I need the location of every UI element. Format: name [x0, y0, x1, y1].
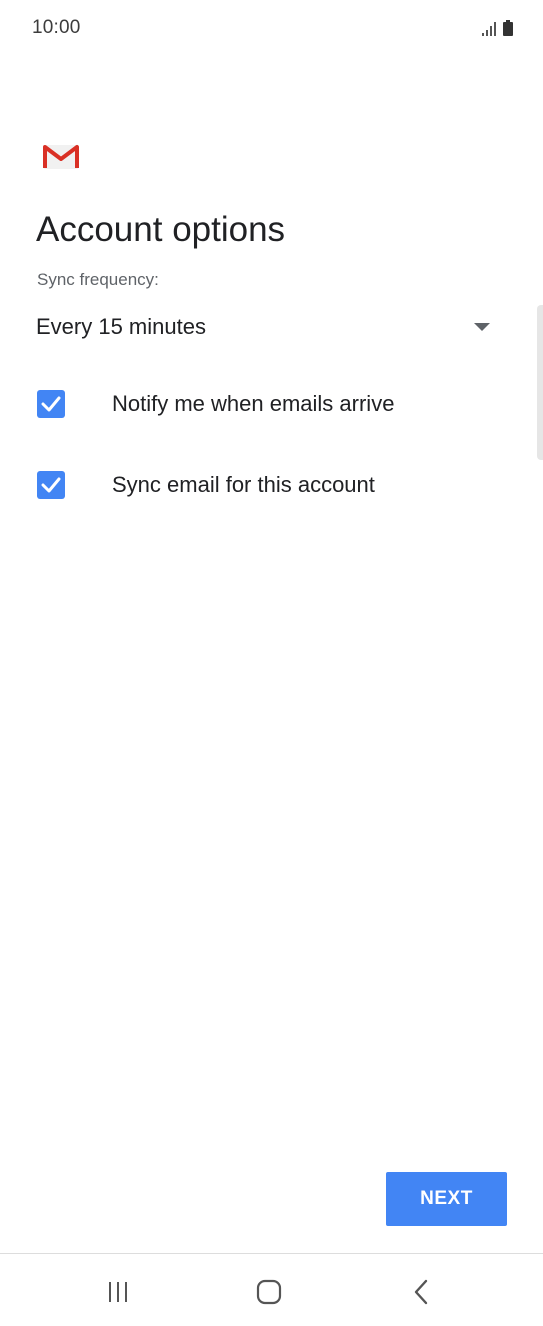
sync-frequency-label: Sync frequency:: [37, 270, 159, 289]
notify-email-option[interactable]: Notify me when emails arrive: [37, 384, 507, 424]
checkmark-icon: [41, 396, 61, 412]
dropdown-arrow-icon: [474, 323, 490, 331]
battery-icon: [503, 20, 513, 36]
next-button[interactable]: NEXT: [386, 1172, 507, 1226]
back-button[interactable]: [398, 1274, 446, 1310]
gmail-logo: [43, 145, 79, 169]
status-icons: [482, 20, 513, 36]
notify-label: Notify me when emails arrive: [112, 391, 395, 416]
sync-checkbox[interactable]: [37, 471, 65, 499]
signal-icon: [482, 22, 496, 36]
recents-button[interactable]: [94, 1274, 142, 1310]
home-button[interactable]: [245, 1274, 293, 1310]
sync-frequency-dropdown[interactable]: Every 15 minutes: [36, 306, 496, 348]
recents-icon: [109, 1282, 127, 1302]
scrollbar[interactable]: [537, 305, 543, 460]
checkmark-icon: [41, 477, 61, 493]
sync-label: Sync email for this account: [112, 472, 375, 497]
home-icon: [256, 1279, 282, 1305]
page-title: Account options: [36, 210, 286, 249]
navigation-bar: [0, 1254, 543, 1326]
back-icon: [414, 1279, 428, 1305]
sync-frequency-value: Every 15 minutes: [36, 314, 206, 339]
status-bar: 10:00: [0, 0, 543, 56]
sync-email-option[interactable]: Sync email for this account: [37, 465, 507, 505]
status-time: 10:00: [32, 17, 81, 38]
notify-checkbox[interactable]: [37, 390, 65, 418]
